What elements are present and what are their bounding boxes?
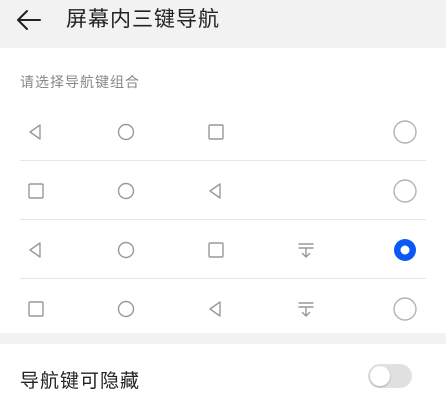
hide-nav-toggle[interactable] — [368, 364, 412, 388]
home-key-icon — [116, 299, 136, 319]
combination-row[interactable] — [0, 161, 446, 220]
back-key-icon — [26, 240, 46, 260]
section-hint: 请选择导航键组合 — [20, 75, 140, 91]
radio-unselected[interactable] — [393, 296, 417, 321]
home-key-icon — [116, 240, 136, 260]
hide-nav-setting[interactable]: 导航键可隐藏 — [0, 344, 446, 400]
hide-nav-label: 导航键可隐藏 — [20, 370, 141, 392]
toggle-knob — [370, 366, 390, 386]
combination-row[interactable] — [0, 102, 446, 161]
notification-key-icon — [296, 240, 316, 260]
app-header: 屏幕内三键导航 — [0, 0, 446, 40]
notification-key-icon — [296, 299, 316, 319]
combination-row[interactable] — [0, 279, 446, 338]
recent-key-icon — [26, 299, 46, 319]
recent-key-icon — [206, 240, 226, 260]
radio-unselected[interactable] — [393, 178, 417, 203]
combination-row[interactable] — [0, 220, 446, 279]
recent-key-icon — [206, 122, 226, 142]
back-key-icon — [206, 299, 226, 319]
back-key-icon — [206, 181, 226, 201]
recent-key-icon — [26, 181, 46, 201]
page-title: 屏幕内三键导航 — [66, 7, 220, 31]
radio-selected[interactable] — [393, 238, 417, 262]
combination-card: 请选择导航键组合 — [0, 48, 446, 333]
home-key-icon — [116, 122, 136, 142]
arrow-left-icon[interactable] — [14, 6, 46, 34]
back-key-icon — [26, 122, 46, 142]
home-key-icon — [116, 181, 136, 201]
radio-unselected[interactable] — [393, 119, 417, 144]
